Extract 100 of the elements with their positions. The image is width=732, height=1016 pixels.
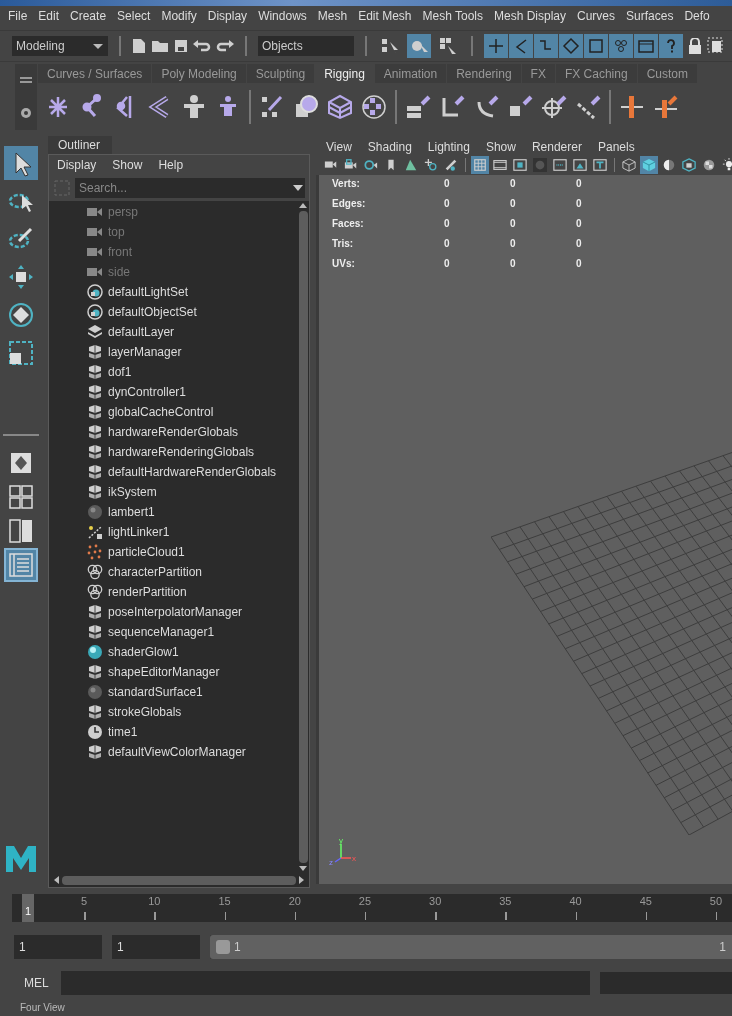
- search-field[interactable]: Search...: [75, 178, 291, 198]
- node-grid-icon[interactable]: [361, 93, 387, 120]
- figure-icon[interactable]: [181, 93, 207, 120]
- menu-item[interactable]: Show: [485, 140, 516, 154]
- menu-item[interactable]: Renderer: [531, 140, 582, 154]
- shelf-tab[interactable]: FX Caching: [555, 64, 637, 83]
- viewport-tool-button[interactable]: [680, 156, 698, 174]
- playback-start-field[interactable]: 1: [112, 935, 200, 959]
- viewport-tool-button[interactable]: [591, 156, 609, 174]
- selection-mask-button[interactable]: [484, 34, 508, 58]
- menu-item[interactable]: Display: [207, 9, 248, 23]
- shelf-tab[interactable]: Curves / Surfaces: [38, 64, 152, 83]
- selection-mask-button[interactable]: [559, 34, 583, 58]
- selection-mask-button[interactable]: [584, 34, 608, 58]
- save-icon[interactable]: [174, 39, 188, 53]
- tool-button[interactable]: [4, 146, 38, 180]
- redo-icon[interactable]: [216, 40, 234, 52]
- settings-icon[interactable]: [20, 106, 32, 119]
- menu-item[interactable]: View: [326, 140, 352, 154]
- lock-icon[interactable]: [688, 38, 702, 54]
- command-input-field[interactable]: [60, 971, 590, 995]
- menu-item[interactable]: Mesh: [317, 9, 348, 23]
- outliner-item[interactable]: layerManager: [108, 345, 182, 359]
- current-frame-marker[interactable]: 1: [22, 894, 34, 922]
- outliner-item[interactable]: sequenceManager1: [108, 625, 215, 639]
- menu-item[interactable]: Defo: [684, 9, 710, 23]
- selection-mask-button[interactable]: [534, 34, 558, 58]
- outliner-item[interactable]: globalCacheControl: [108, 405, 214, 419]
- horizontal-scrollbar[interactable]: [49, 873, 309, 887]
- menu-set-dropdown[interactable]: Modeling: [12, 36, 108, 56]
- outliner-item[interactable]: hardwareRenderingGlobals: [108, 445, 255, 459]
- outliner-item[interactable]: defaultLightSet: [108, 285, 189, 299]
- menu-item[interactable]: Modify: [161, 9, 197, 23]
- lattice-icon[interactable]: [327, 93, 353, 120]
- undo-icon[interactable]: [193, 40, 211, 52]
- outliner-item[interactable]: time1: [108, 725, 138, 739]
- menu-item[interactable]: Shading: [367, 140, 412, 154]
- outliner-item[interactable]: dof1: [108, 365, 132, 379]
- link-icon[interactable]: [541, 93, 567, 120]
- outliner-item[interactable]: lightLinker1: [108, 525, 170, 539]
- script-language-label[interactable]: MEL: [24, 976, 49, 990]
- shelf-tab[interactable]: FX: [521, 64, 555, 83]
- slider-thumb[interactable]: [216, 940, 230, 954]
- outliner-item[interactable]: characterPartition: [108, 565, 203, 579]
- outliner-item[interactable]: shaderGlow1: [108, 645, 179, 659]
- outliner-item[interactable]: standardSurface1: [108, 685, 203, 699]
- shelf-tab[interactable]: Rendering: [447, 64, 521, 83]
- shelf-tab[interactable]: Sculpting: [246, 64, 315, 83]
- menu-item[interactable]: Windows: [258, 9, 307, 23]
- viewport[interactable]: Verts: 0 0 0 Edges: 0 0 0 Faces: 0 0 0 Tris: 0 0 0 UVs: 0 0 0 y z x: [316, 175, 732, 884]
- range-slider[interactable]: 1 1: [210, 935, 732, 959]
- shelf-tab[interactable]: Custom: [637, 64, 697, 83]
- brush-grid-icon[interactable]: [259, 93, 285, 120]
- menu-item[interactable]: Display: [57, 158, 97, 172]
- selection-mask-button[interactable]: [634, 34, 658, 58]
- outliner-item[interactable]: defaultObjectSet: [108, 305, 197, 319]
- open-folder-icon[interactable]: [151, 39, 169, 53]
- outliner-item[interactable]: hardwareRenderGlobals: [108, 425, 239, 439]
- viewport-tool-button[interactable]: [620, 156, 638, 174]
- menu-item[interactable]: Create: [70, 9, 107, 23]
- menu-item[interactable]: Edit: [38, 9, 60, 23]
- menu-item[interactable]: Edit Mesh: [358, 9, 412, 23]
- selection-mask-button[interactable]: [509, 34, 533, 58]
- outliner-item[interactable]: lambert1: [108, 505, 155, 519]
- menu-item[interactable]: Show: [112, 158, 143, 172]
- selection-mask-button[interactable]: [659, 34, 683, 58]
- outliner-item[interactable]: defaultLayer: [108, 325, 175, 339]
- menu-item[interactable]: Select: [117, 9, 151, 23]
- menu-item[interactable]: Lighting: [427, 140, 470, 154]
- start-time-field[interactable]: 1: [14, 935, 102, 959]
- menu-item[interactable]: Mesh Display: [494, 9, 567, 23]
- outliner-item[interactable]: renderPartition: [108, 585, 187, 599]
- panel-tab[interactable]: Outliner: [48, 136, 113, 154]
- outliner-item[interactable]: shapeEditorManager: [108, 665, 220, 679]
- selection-mask-button[interactable]: [609, 34, 633, 58]
- outliner-item[interactable]: ikSystem: [108, 485, 157, 499]
- viewport-tool-button[interactable]: [511, 156, 529, 174]
- link-icon[interactable]: [405, 93, 431, 120]
- menu-item[interactable]: File: [8, 9, 28, 23]
- menu-item[interactable]: Help: [158, 158, 184, 172]
- link-icon[interactable]: [575, 93, 601, 120]
- viewport-tool-button[interactable]: [571, 156, 589, 174]
- outliner-item[interactable]: strokeGlobals: [108, 705, 182, 719]
- menu-item[interactable]: Curves: [577, 9, 616, 23]
- outliner-item[interactable]: defaultViewColorManager: [108, 745, 246, 759]
- selection-mode-field[interactable]: Objects: [258, 36, 354, 56]
- menu-item[interactable]: Panels: [597, 140, 635, 154]
- cross-bar-icon[interactable]: [653, 93, 679, 120]
- outliner-item[interactable]: poseInterpolatorManager: [108, 605, 243, 619]
- new-file-icon[interactable]: [132, 38, 146, 54]
- outliner-item[interactable]: dynController1: [108, 385, 187, 399]
- menu-icon[interactable]: [20, 75, 32, 84]
- outliner-item[interactable]: defaultHardwareRenderGlobals: [108, 465, 277, 479]
- viewport-tool-button[interactable]: [551, 156, 569, 174]
- shelf-tab[interactable]: Animation: [374, 64, 447, 83]
- sphere-square-icon[interactable]: [293, 93, 319, 120]
- cross-bar-icon[interactable]: [619, 93, 645, 120]
- vertical-scrollbar[interactable]: [297, 201, 309, 873]
- layout-button[interactable]: [6, 482, 36, 512]
- shelf-tab[interactable]: Poly Modeling: [152, 64, 246, 83]
